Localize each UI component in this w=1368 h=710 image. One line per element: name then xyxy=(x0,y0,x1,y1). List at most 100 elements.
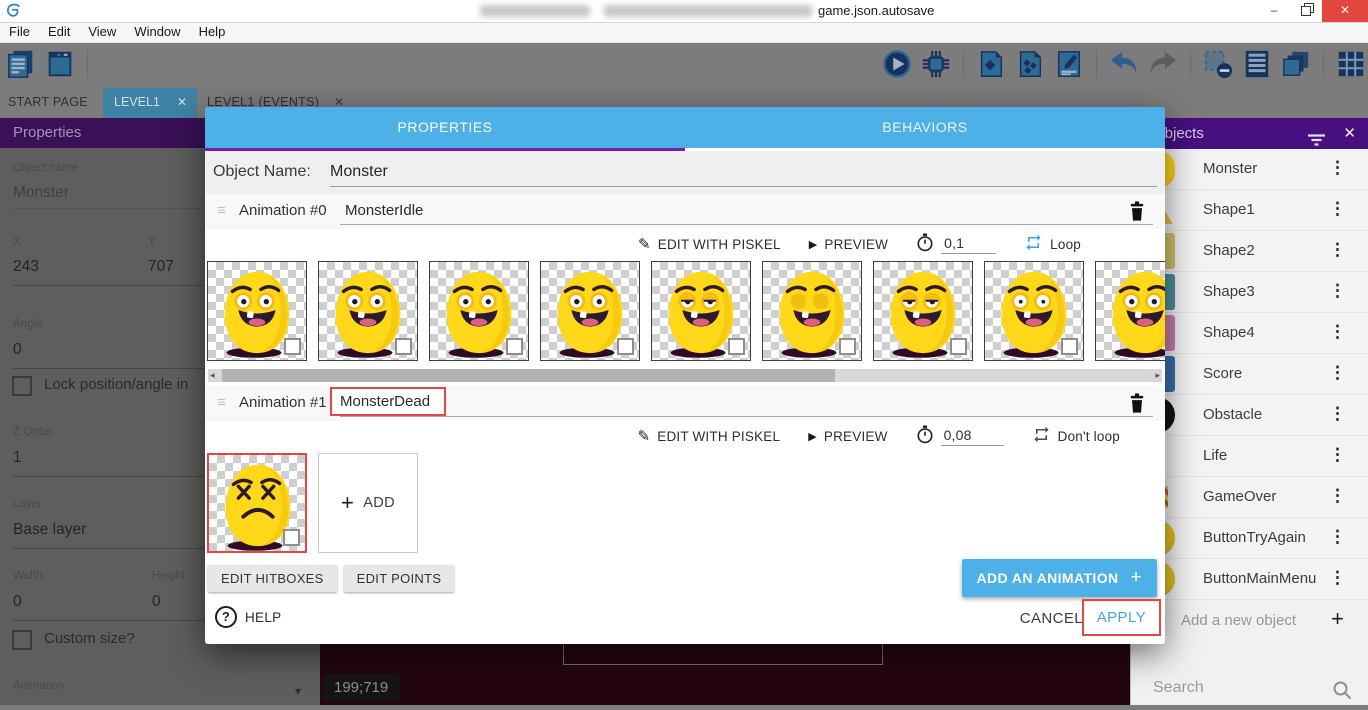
width-field[interactable]: 0 xyxy=(13,593,22,611)
object-list-item[interactable]: ButtonTryAgain⋮ xyxy=(1131,518,1368,559)
kebab-menu-icon[interactable]: ⋮ xyxy=(1329,322,1346,342)
edit-points-button[interactable]: EDIT POINTS xyxy=(344,565,455,592)
angle-field[interactable]: 0 xyxy=(13,341,22,359)
debug-bug-icon[interactable] xyxy=(920,48,952,80)
frame-checkbox[interactable] xyxy=(506,338,523,355)
animation-frame-closed[interactable] xyxy=(762,261,862,361)
loop-toggle[interactable]: Loop xyxy=(1024,233,1081,255)
caret-down-icon[interactable]: ▾ xyxy=(295,684,301,698)
preview-button[interactable]: ▶ PREVIEW xyxy=(808,429,887,444)
animation-frame-dead[interactable] xyxy=(207,453,307,553)
kebab-menu-icon[interactable]: ⋮ xyxy=(1329,486,1346,506)
object-list-item[interactable]: ButtonMainMenu⋮ xyxy=(1131,559,1368,600)
search-input[interactable] xyxy=(1151,678,1315,698)
custom-size-checkbox[interactable] xyxy=(12,630,32,650)
y-field[interactable]: 707 xyxy=(148,258,174,276)
time-between-frames-field[interactable]: 0,1 xyxy=(916,233,996,255)
kebab-menu-icon[interactable]: ⋮ xyxy=(1329,158,1346,178)
menu-view[interactable]: View xyxy=(79,22,125,42)
tab-start-page[interactable]: START PAGE xyxy=(8,95,88,109)
minimize-button[interactable]: – xyxy=(1258,0,1290,22)
scene-editor-icon[interactable] xyxy=(44,48,76,80)
frame-checkbox[interactable] xyxy=(284,338,301,355)
animation-frame-open[interactable] xyxy=(1095,261,1165,361)
animation-frame-half[interactable] xyxy=(873,261,973,361)
instances-list-icon[interactable] xyxy=(1241,48,1273,80)
object-name-field[interactable]: Monster xyxy=(330,163,388,181)
animation-name-field-highlighted[interactable]: MonsterDead xyxy=(330,387,446,416)
add-frame-button[interactable]: +ADD xyxy=(318,453,418,553)
preview-button[interactable]: ▶ PREVIEW xyxy=(809,237,888,252)
kebab-menu-icon[interactable]: ⋮ xyxy=(1329,240,1346,260)
frame-checkbox[interactable] xyxy=(728,338,745,355)
lock-position-checkbox[interactable] xyxy=(12,376,32,396)
frame-checkbox[interactable] xyxy=(950,338,967,355)
maximize-button[interactable] xyxy=(1290,0,1322,22)
menu-edit[interactable]: Edit xyxy=(39,22,79,42)
drag-handle-icon[interactable]: ≡ xyxy=(217,202,226,219)
apply-button-highlighted[interactable]: APPLY xyxy=(1082,599,1161,636)
object-list-item[interactable]: Shape3⋮ xyxy=(1131,272,1368,313)
animation-frame-open[interactable] xyxy=(540,261,640,361)
play-preview-icon[interactable] xyxy=(881,48,913,80)
animation-frame-open-small[interactable] xyxy=(984,261,1084,361)
x-field[interactable]: 243 xyxy=(13,258,39,276)
edit-with-piskel-button[interactable]: ✎ EDIT WITH PISKEL xyxy=(637,427,780,445)
panel-close-icon[interactable]: ✕ xyxy=(1343,118,1356,149)
animation-frame-half[interactable] xyxy=(651,261,751,361)
object-list-item[interactable]: Monster⋮ xyxy=(1131,149,1368,190)
object-list-item[interactable]: Score⋮ xyxy=(1131,354,1368,395)
loop-toggle[interactable]: Don't loop xyxy=(1032,425,1120,447)
cancel-button[interactable]: CANCEL xyxy=(1020,610,1083,627)
plus-icon[interactable]: + xyxy=(1331,606,1344,632)
frame-checkbox[interactable] xyxy=(617,338,634,355)
kebab-menu-icon[interactable]: ⋮ xyxy=(1329,281,1346,301)
kebab-menu-icon[interactable]: ⋮ xyxy=(1329,199,1346,219)
project-manager-icon[interactable] xyxy=(5,48,37,80)
frame-checkbox[interactable] xyxy=(395,338,412,355)
edit-hitboxes-button[interactable]: EDIT HITBOXES xyxy=(208,565,337,592)
animation-frame-open[interactable] xyxy=(429,261,529,361)
edit-with-piskel-button[interactable]: ✎ EDIT WITH PISKEL xyxy=(638,235,781,253)
kebab-menu-icon[interactable]: ⋮ xyxy=(1329,527,1346,547)
z-order-field[interactable]: 1 xyxy=(13,449,22,467)
undo-icon[interactable] xyxy=(1108,48,1140,80)
grid-icon[interactable] xyxy=(1335,48,1367,80)
delete-animation-icon[interactable] xyxy=(1127,392,1147,419)
objects-editor-icon[interactable] xyxy=(975,48,1007,80)
kebab-menu-icon[interactable]: ⋮ xyxy=(1329,404,1346,424)
delete-instances-icon[interactable] xyxy=(1202,48,1234,80)
scrollbar-thumb[interactable] xyxy=(222,369,835,382)
height-field[interactable]: 0 xyxy=(152,593,161,611)
menu-file[interactable]: File xyxy=(0,22,39,42)
layers-editor-icon[interactable] xyxy=(1280,48,1312,80)
animation-frame-open[interactable] xyxy=(318,261,418,361)
kebab-menu-icon[interactable]: ⋮ xyxy=(1329,445,1346,465)
object-list-item[interactable]: Life⋮ xyxy=(1131,436,1368,477)
menu-window[interactable]: Window xyxy=(125,22,189,42)
object-list-item[interactable]: Shape1⋮ xyxy=(1131,190,1368,231)
groups-editor-icon[interactable] xyxy=(1014,48,1046,80)
animation-frame-open[interactable] xyxy=(207,261,307,361)
add-new-object-row[interactable]: Add a new object + xyxy=(1131,600,1368,640)
frame-checkbox[interactable] xyxy=(1061,338,1078,355)
frame-checkbox[interactable] xyxy=(283,529,300,546)
redo-icon[interactable] xyxy=(1147,48,1179,80)
help-button[interactable]: ? HELP xyxy=(215,606,281,628)
scroll-right-icon[interactable]: ▸ xyxy=(1155,369,1160,382)
kebab-menu-icon[interactable]: ⋮ xyxy=(1329,363,1346,383)
frames-scrollbar[interactable]: ◂ ▸ xyxy=(208,369,1162,382)
object-list-item[interactable]: Shape4⋮ xyxy=(1131,313,1368,354)
object-list-item[interactable]: GameOver⋮ xyxy=(1131,477,1368,518)
scroll-left-icon[interactable]: ◂ xyxy=(210,369,215,382)
menu-help[interactable]: Help xyxy=(190,22,235,42)
tab-level1[interactable]: LEVEL1 ✕ xyxy=(103,88,197,118)
delete-animation-icon[interactable] xyxy=(1127,200,1147,227)
properties-editor-icon[interactable] xyxy=(1053,48,1085,80)
tab-close-icon[interactable]: ✕ xyxy=(177,95,187,109)
frame-checkbox[interactable] xyxy=(839,338,856,355)
drag-handle-icon[interactable]: ≡ xyxy=(217,394,226,411)
close-button[interactable]: ✕ xyxy=(1322,0,1368,22)
animation-name-field[interactable]: MonsterIdle xyxy=(345,202,423,219)
dialog-tab-behaviors[interactable]: BEHAVIORS xyxy=(685,107,1165,148)
